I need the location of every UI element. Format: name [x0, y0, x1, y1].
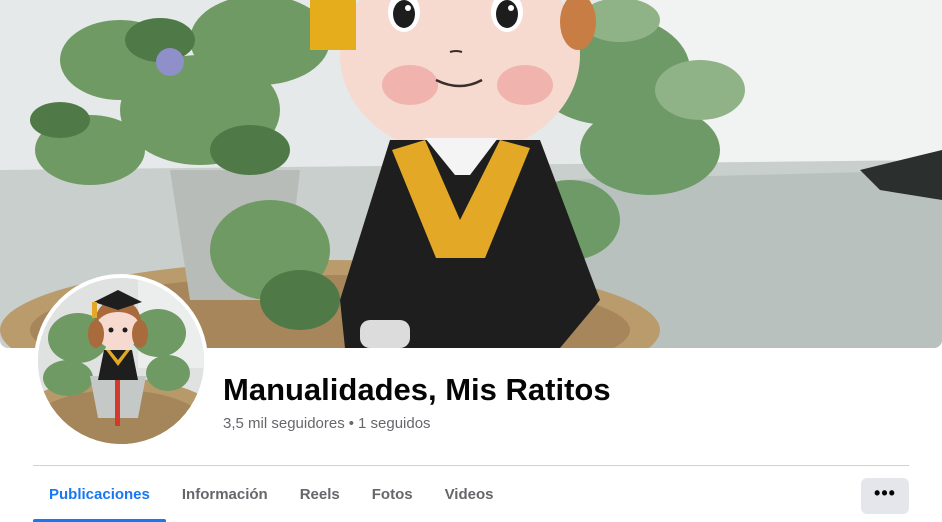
tab-informacion[interactable]: Información — [166, 466, 284, 522]
tab-publicaciones[interactable]: Publicaciones — [33, 466, 166, 522]
page-title: Manualidades, Mis Ratitos — [223, 372, 611, 407]
tab-videos[interactable]: Videos — [429, 466, 510, 522]
facebook-page-header: Manualidades, Mis Ratitos 3,5 mil seguid… — [0, 0, 942, 522]
more-options-button[interactable]: ••• — [861, 478, 909, 514]
avatar-image — [38, 278, 204, 444]
tab-fotos[interactable]: Fotos — [356, 466, 429, 522]
profile-picture[interactable] — [34, 274, 208, 448]
avatar-illustration — [38, 278, 204, 444]
tab-reels[interactable]: Reels — [284, 466, 356, 522]
stats-separator: • — [348, 415, 354, 432]
page-stats: 3,5 mil seguidores • 1 seguidos — [223, 414, 431, 434]
profile-tabs: Publicaciones Información Reels Fotos Vi… — [33, 466, 510, 522]
more-horizontal-icon: ••• — [874, 483, 896, 503]
followers-count-link[interactable]: 3,5 mil seguidores — [223, 415, 345, 432]
following-count-link[interactable]: 1 seguidos — [358, 415, 431, 432]
